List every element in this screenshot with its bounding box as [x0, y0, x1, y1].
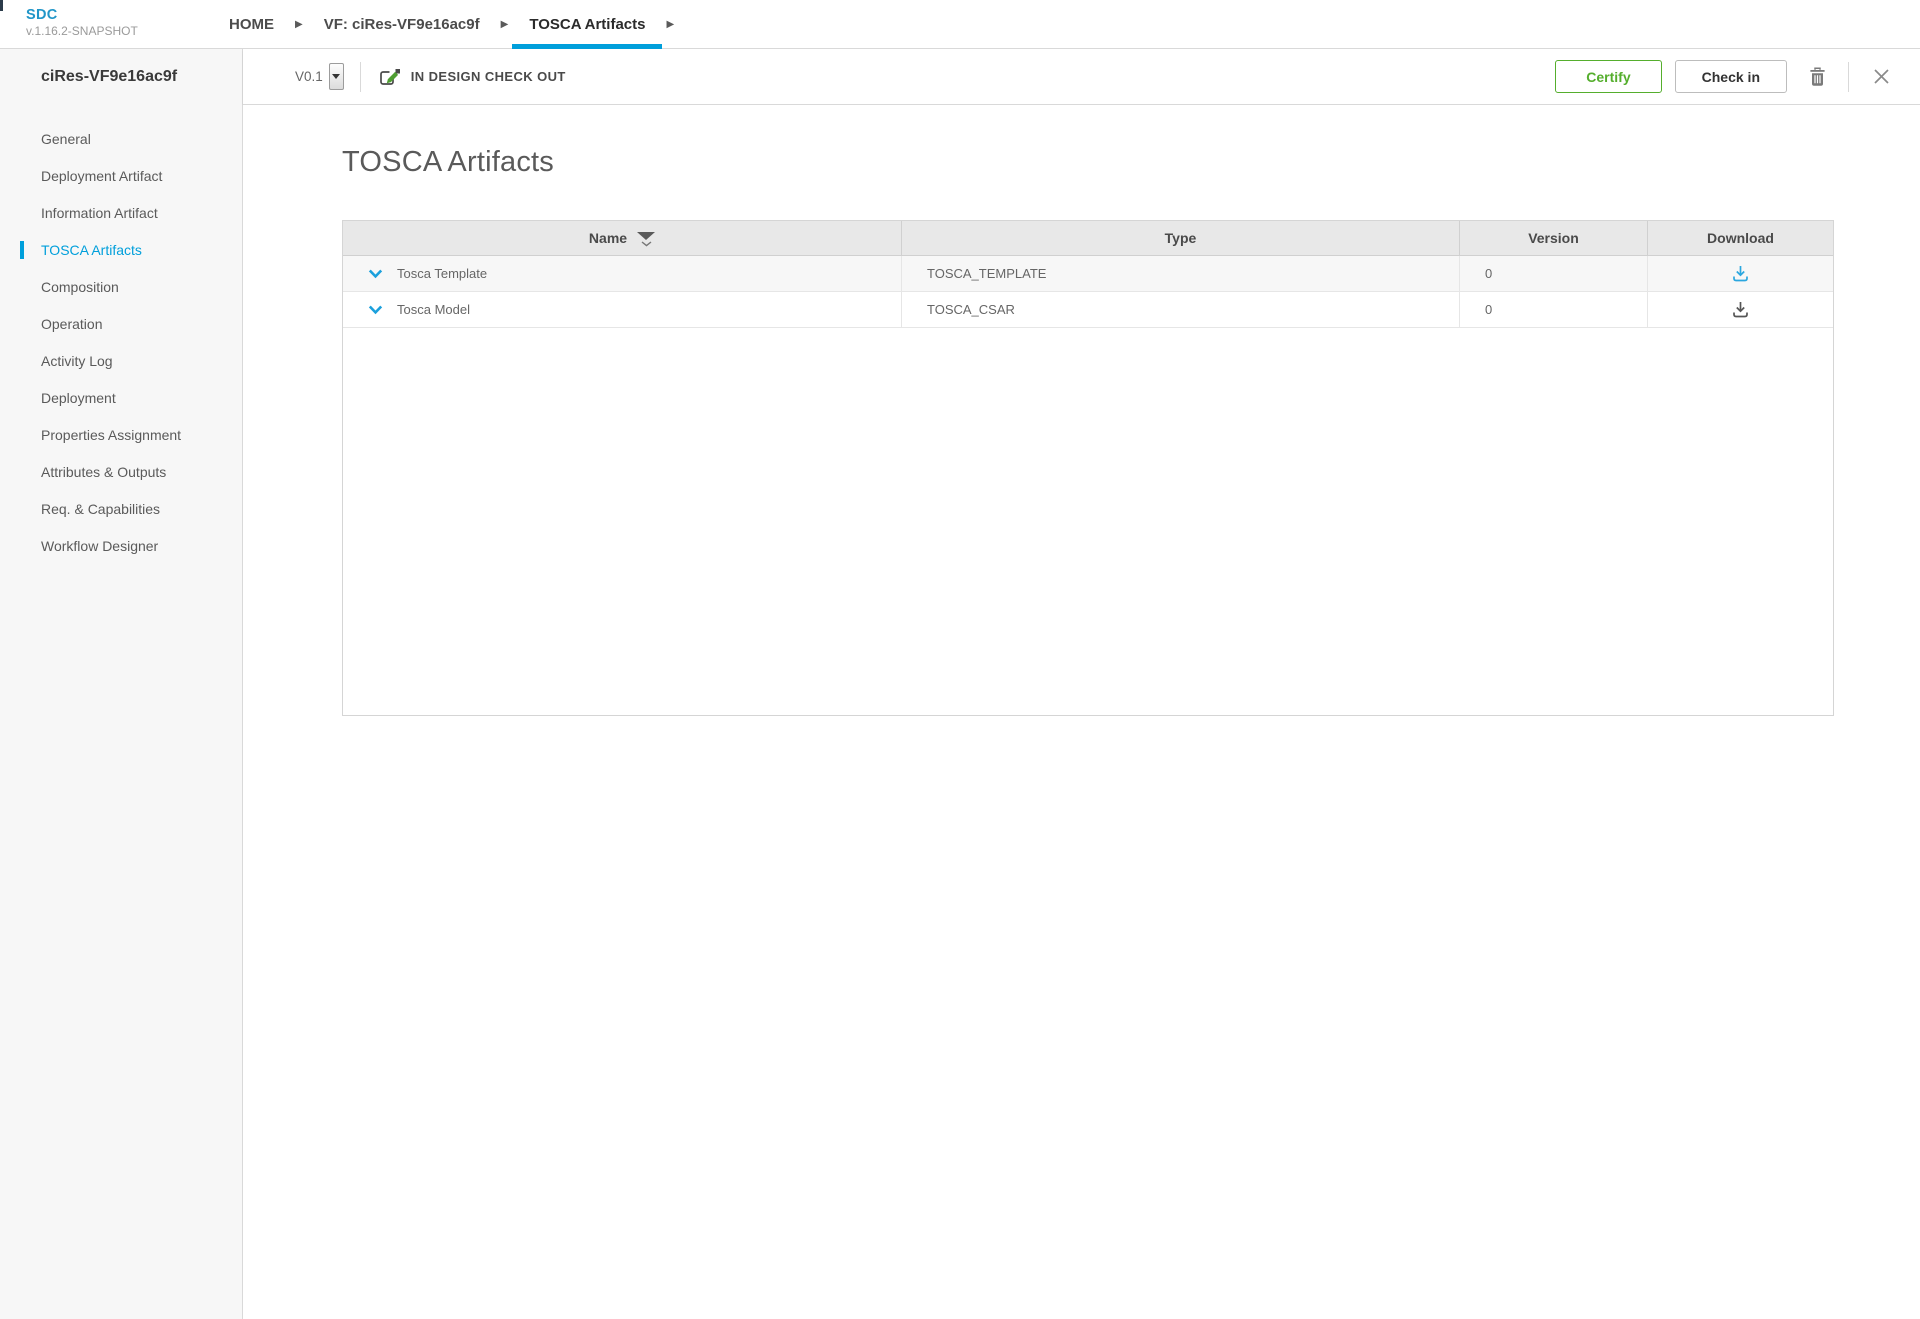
- breadcrumb: HOME ▶ VF: ciRes-VF9e16ac9f ▶ TOSCA Arti…: [212, 0, 678, 48]
- toolbar-row: ciRes-VF9e16ac9f V0.1 IN DESIGN CHECK OU…: [0, 49, 1920, 105]
- column-header-type: Type: [902, 221, 1460, 255]
- sidebar-item-information-artifact[interactable]: Information Artifact: [0, 194, 242, 231]
- logo-title: SDC: [26, 7, 196, 23]
- table-row-tosca-model: Tosca Model TOSCA_CSAR 0: [343, 292, 1833, 328]
- table-row-tosca-template: Tosca Template TOSCA_TEMPLATE 0: [343, 256, 1833, 292]
- artifact-type: TOSCA_CSAR: [902, 292, 1460, 327]
- artifact-type: TOSCA_TEMPLATE: [902, 256, 1460, 291]
- sidebar-item-tosca-artifacts[interactable]: TOSCA Artifacts: [0, 231, 242, 268]
- delete-button[interactable]: [1803, 61, 1832, 93]
- certify-button[interactable]: Certify: [1555, 60, 1661, 93]
- expand-chevron-down-icon[interactable]: [368, 269, 383, 279]
- chevron-down-icon: [641, 241, 652, 247]
- breadcrumb-arrow-icon: ▶: [291, 0, 307, 48]
- trash-icon: [1809, 67, 1826, 87]
- sidebar-item-operation[interactable]: Operation: [0, 305, 242, 342]
- sidebar-item-workflow-designer[interactable]: Workflow Designer: [0, 527, 242, 564]
- column-header-name[interactable]: Name: [343, 221, 902, 255]
- sidebar-header: ciRes-VF9e16ac9f: [0, 49, 243, 105]
- sidebar-item-deployment-artifact[interactable]: Deployment Artifact: [0, 157, 242, 194]
- top-nav-bar: SDC v.1.16.2-SNAPSHOT HOME ▶ VF: ciRes-V…: [0, 0, 1920, 49]
- lifecycle-state-label: IN DESIGN CHECK OUT: [411, 69, 566, 84]
- column-header-download: Download: [1648, 221, 1833, 255]
- breadcrumb-item-tosca-artifacts[interactable]: TOSCA Artifacts: [512, 0, 662, 48]
- column-header-version: Version: [1460, 221, 1648, 255]
- breadcrumb-arrow-icon: ▶: [662, 0, 678, 48]
- artifact-version: 0: [1460, 292, 1648, 327]
- sidebar-item-attributes-outputs[interactable]: Attributes & Outputs: [0, 453, 242, 490]
- sdc-app: SDC v.1.16.2-SNAPSHOT HOME ▶ VF: ciRes-V…: [0, 0, 1920, 1319]
- table-header-row: Name Type Version Download: [343, 221, 1833, 256]
- chevron-down-icon: [332, 74, 340, 79]
- download-icon[interactable]: [1727, 260, 1754, 287]
- version-label: V0.1: [295, 69, 323, 84]
- sidebar-item-deployment[interactable]: Deployment: [0, 379, 242, 416]
- sidebar-item-properties-assignment[interactable]: Properties Assignment: [0, 416, 242, 453]
- main-content: TOSCA Artifacts Name Type Version: [243, 105, 1920, 1319]
- sidebar-item-req-capabilities[interactable]: Req. & Capabilities: [0, 490, 242, 527]
- sidebar-item-general[interactable]: General: [0, 120, 242, 157]
- edit-checkout-icon: [377, 65, 401, 89]
- sidebar-item-composition[interactable]: Composition: [0, 268, 242, 305]
- corner-notch: [0, 0, 3, 11]
- breadcrumb-item-vf[interactable]: VF: ciRes-VF9e16ac9f: [307, 0, 497, 48]
- sidebar-menu: General Deployment Artifact Information …: [0, 105, 243, 1319]
- close-icon: [1873, 68, 1890, 85]
- breadcrumb-item-home[interactable]: HOME: [212, 0, 291, 48]
- sort-icon: [637, 232, 655, 247]
- artifact-name: Tosca Template: [397, 266, 487, 281]
- divider: [360, 62, 361, 92]
- version-select-stepper[interactable]: [329, 63, 344, 90]
- artifact-name: Tosca Model: [397, 302, 470, 317]
- artifact-version: 0: [1460, 256, 1648, 291]
- breadcrumb-label: HOME: [229, 16, 274, 33]
- table-empty-area: [343, 328, 1833, 715]
- divider: [1848, 62, 1849, 92]
- tosca-artifacts-table: Name Type Version Download: [342, 220, 1834, 716]
- sidebar-item-activity-log[interactable]: Activity Log: [0, 342, 242, 379]
- logo-version: v.1.16.2-SNAPSHOT: [26, 24, 196, 38]
- page-title: TOSCA Artifacts: [342, 146, 1920, 179]
- breadcrumb-label: VF: ciRes-VF9e16ac9f: [324, 16, 480, 33]
- checkin-button[interactable]: Check in: [1675, 60, 1787, 93]
- breadcrumb-label: TOSCA Artifacts: [529, 16, 645, 33]
- component-title: ciRes-VF9e16ac9f: [41, 68, 177, 86]
- download-icon[interactable]: [1727, 296, 1754, 323]
- expand-chevron-down-icon[interactable]: [368, 305, 383, 315]
- lifecycle-state: IN DESIGN CHECK OUT: [377, 65, 566, 89]
- body-row: General Deployment Artifact Information …: [0, 105, 1920, 1319]
- toolbar: V0.1 IN DESIGN CHECK OUT Certify Check i…: [243, 49, 1920, 105]
- close-button[interactable]: [1867, 62, 1896, 91]
- breadcrumb-arrow-icon: ▶: [497, 0, 513, 48]
- sdc-logo[interactable]: SDC v.1.16.2-SNAPSHOT: [26, 0, 196, 48]
